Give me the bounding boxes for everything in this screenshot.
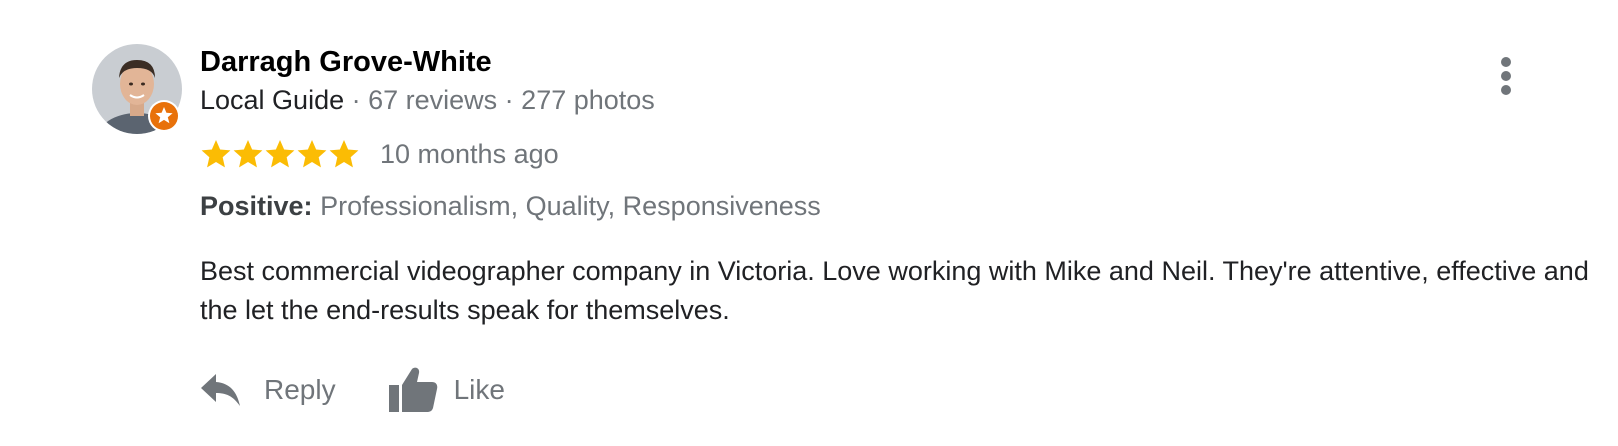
- review-attributes: Positive: Professionalism, Quality, Resp…: [200, 188, 1600, 224]
- reply-button[interactable]: Reply: [200, 372, 336, 408]
- local-guide-label: Local Guide: [200, 85, 345, 115]
- reviewer-name[interactable]: Darragh Grove-White: [200, 42, 1600, 82]
- review-count: 67 reviews: [368, 85, 498, 115]
- review-actions: Reply Like: [200, 366, 1600, 414]
- attributes-values: Professionalism, Quality, Responsiveness: [320, 191, 821, 221]
- more-options-button[interactable]: [1494, 52, 1518, 100]
- reviewer-avatar[interactable]: [92, 44, 182, 134]
- star-icon: [265, 140, 295, 168]
- reviewer-meta: Local Guide · 67 reviews · 277 photos: [200, 82, 1600, 118]
- local-guide-badge-icon: [147, 99, 181, 133]
- meta-separator: ·: [497, 85, 522, 115]
- star-icon: [297, 140, 327, 168]
- like-label: Like: [453, 374, 505, 405]
- reply-label: Reply: [264, 374, 336, 405]
- review-text: Best commercial videographer company in …: [200, 256, 1589, 325]
- review-content: Darragh Grove-White Local Guide · 67 rev…: [200, 42, 1600, 414]
- review-card: Darragh Grove-White Local Guide · 67 rev…: [0, 0, 1618, 446]
- star-icon: [233, 140, 263, 168]
- star-icon: [329, 140, 359, 168]
- reply-icon: [200, 372, 242, 408]
- star-icon: [201, 140, 231, 168]
- star-rating: [200, 138, 360, 170]
- attributes-label: Positive:: [200, 191, 313, 221]
- meta-separator: ·: [344, 85, 369, 115]
- thumbs-up-icon: [388, 366, 438, 414]
- photo-count: 277 photos: [521, 85, 655, 115]
- like-button[interactable]: Like: [388, 366, 505, 414]
- review-time: 10 months ago: [380, 138, 559, 169]
- rating-row: 10 months ago: [200, 134, 1600, 174]
- more-vert-icon: [1494, 57, 1518, 104]
